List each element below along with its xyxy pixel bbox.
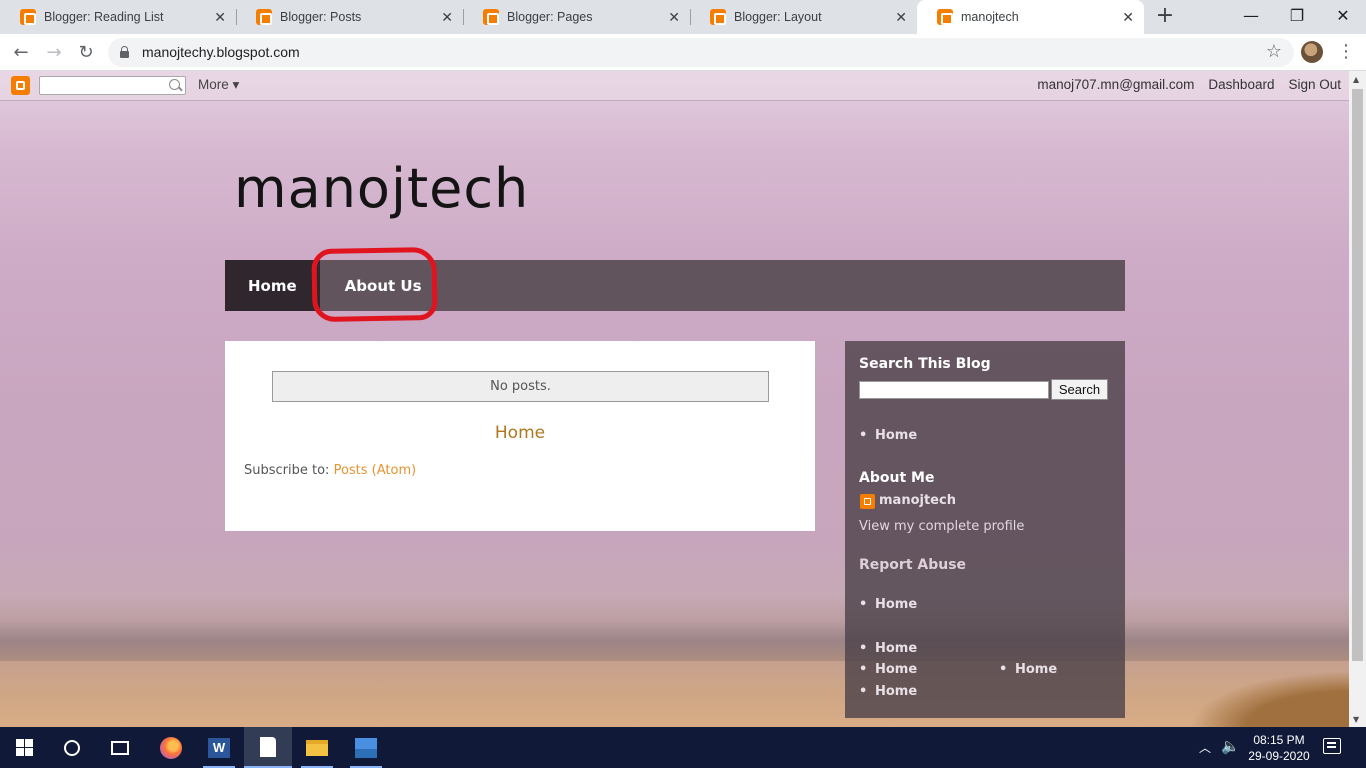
- tab-close-icon[interactable]: ✕: [214, 9, 226, 25]
- notepad-taskbar-button[interactable]: [244, 727, 292, 768]
- windows-logo-icon: [15, 739, 33, 756]
- no-posts-message: No posts.: [272, 371, 769, 402]
- browser-tab-active[interactable]: manojtech ✕: [917, 0, 1144, 34]
- search-icon[interactable]: [169, 79, 180, 90]
- folder-icon: [306, 739, 328, 756]
- view-profile-link[interactable]: View my complete profile: [859, 519, 1024, 534]
- blogger-favicon-icon: [710, 9, 726, 25]
- task-view-button[interactable]: [96, 727, 144, 768]
- tray-chevron-up-icon[interactable]: ︿: [1199, 739, 1211, 756]
- page-scrollbar[interactable]: ▲ ▼: [1349, 71, 1366, 727]
- windows-taskbar: W ︿ 🔈 08:15 PM 29-09-2020: [0, 727, 1366, 768]
- tab-close-icon[interactable]: ✕: [1122, 9, 1134, 25]
- start-button[interactable]: [0, 727, 48, 768]
- background-dune: [1189, 671, 1349, 727]
- subscribe-line: Subscribe to: Posts (Atom): [244, 463, 416, 478]
- profile-avatar[interactable]: [1301, 41, 1323, 63]
- tab-close-icon[interactable]: ✕: [441, 9, 453, 25]
- profile-name-link[interactable]: manojtech: [879, 493, 956, 508]
- cortana-ring-icon: [64, 739, 80, 756]
- blog-search-input[interactable]: [859, 381, 1049, 399]
- main-column: No posts. Home Subscribe to: Posts (Atom…: [225, 341, 815, 531]
- subscribe-label: Subscribe to:: [244, 463, 334, 478]
- background-sand: [0, 661, 1349, 727]
- tab-title: Blogger: Layout: [734, 10, 822, 24]
- more-menu-button[interactable]: More ▾: [198, 77, 239, 93]
- blogger-favicon-icon: [256, 9, 272, 25]
- maximize-button[interactable]: ❐: [1274, 0, 1320, 34]
- tab-title: Blogger: Reading List: [44, 10, 164, 24]
- blog-title[interactable]: manojtech: [234, 157, 529, 220]
- navbar-account-links: manoj707.mn@gmail.com Dashboard Sign Out: [1037, 77, 1341, 92]
- list-item[interactable]: Home: [859, 597, 917, 612]
- list-item[interactable]: Home: [999, 662, 1057, 677]
- blogger-logo-icon[interactable]: [11, 76, 30, 95]
- forward-arrow-icon[interactable]: →: [41, 40, 67, 66]
- browser-tab[interactable]: Blogger: Layout ✕: [690, 0, 917, 34]
- browser-tab[interactable]: Blogger: Posts ✕: [236, 0, 464, 34]
- address-bar[interactable]: manojtechy.blogspot.com ☆: [108, 38, 1294, 67]
- sidebar-pages-item[interactable]: Home: [859, 428, 917, 443]
- navbar-search-input[interactable]: [39, 76, 186, 95]
- blogger-favicon-icon: [937, 9, 953, 25]
- minimize-button[interactable]: —: [1228, 0, 1274, 34]
- photos-taskbar-button[interactable]: [342, 727, 390, 768]
- bookmark-star-icon[interactable]: ☆: [1266, 41, 1282, 62]
- tab-title: manojtech: [961, 10, 1019, 24]
- notepad-icon: [260, 736, 276, 757]
- browser-tab[interactable]: Blogger: Reading List ✕: [0, 0, 237, 34]
- url-text[interactable]: manojtechy.blogspot.com: [142, 44, 300, 60]
- blogger-favicon-icon: [483, 9, 499, 25]
- word-taskbar-button[interactable]: W: [195, 727, 243, 768]
- clock-date: 29-09-2020: [1248, 749, 1310, 763]
- tab-title: Blogger: Posts: [280, 10, 362, 24]
- report-abuse-link[interactable]: Report Abuse: [859, 557, 966, 573]
- back-arrow-icon[interactable]: ←: [8, 40, 34, 66]
- tab-title: Blogger: Pages: [507, 10, 593, 24]
- notification-center-icon[interactable]: [1323, 738, 1341, 754]
- sidebar: Search This Blog Search Home About Me ma…: [845, 341, 1125, 718]
- tab-close-icon[interactable]: ✕: [895, 9, 907, 25]
- tab-home[interactable]: Home: [225, 260, 320, 311]
- clock-time: 08:15 PM: [1253, 733, 1305, 747]
- blogger-favicon-icon: [20, 9, 36, 25]
- system-clock[interactable]: 08:15 PM 29-09-2020: [1243, 732, 1315, 764]
- scrollbar-thumb[interactable]: [1352, 89, 1363, 661]
- red-annotation-circle: [311, 246, 438, 323]
- posts-atom-link[interactable]: Posts (Atom): [334, 463, 417, 478]
- list-item[interactable]: Home: [859, 662, 917, 677]
- word-icon: W: [208, 737, 230, 758]
- browser-menu-icon[interactable]: ⋮: [1336, 41, 1356, 65]
- volume-icon[interactable]: 🔈: [1221, 737, 1240, 755]
- scroll-up-arrow-icon[interactable]: ▲: [1353, 75, 1359, 84]
- search-button[interactable]: Search: [1051, 379, 1108, 400]
- search-heading: Search This Blog: [859, 356, 991, 372]
- new-tab-button[interactable]: +: [1153, 5, 1177, 29]
- file-explorer-taskbar-button[interactable]: [293, 727, 341, 768]
- browser-tab-strip: Blogger: Reading List ✕ Blogger: Posts ✕…: [0, 0, 1366, 34]
- user-email[interactable]: manoj707.mn@gmail.com: [1037, 77, 1194, 92]
- list-item[interactable]: Home: [859, 684, 917, 699]
- about-me-heading: About Me: [859, 470, 935, 486]
- sign-out-link[interactable]: Sign Out: [1288, 77, 1341, 92]
- background-sea: [0, 621, 1349, 661]
- task-view-icon: [111, 740, 129, 755]
- dashboard-link[interactable]: Dashboard: [1208, 77, 1274, 92]
- firefox-icon: [160, 736, 182, 759]
- tab-close-icon[interactable]: ✕: [668, 9, 680, 25]
- blogger-profile-icon: [860, 494, 875, 509]
- cortana-button[interactable]: [48, 727, 96, 768]
- home-link[interactable]: Home: [225, 423, 815, 443]
- reload-icon[interactable]: ↻: [73, 40, 99, 66]
- browser-tab[interactable]: Blogger: Pages ✕: [463, 0, 691, 34]
- lock-icon[interactable]: [120, 46, 129, 58]
- photos-icon: [355, 737, 377, 758]
- blogger-navbar: More ▾ manoj707.mn@gmail.com Dashboard S…: [0, 71, 1349, 101]
- firefox-taskbar-button[interactable]: [147, 727, 195, 768]
- page-viewport: More ▾ manoj707.mn@gmail.com Dashboard S…: [0, 71, 1349, 727]
- list-item[interactable]: Home: [859, 641, 917, 656]
- scroll-down-arrow-icon[interactable]: ▼: [1353, 715, 1359, 724]
- window-close-button[interactable]: ✕: [1320, 0, 1366, 34]
- browser-toolbar: ← → ↻ manojtechy.blogspot.com ☆: [0, 34, 1366, 71]
